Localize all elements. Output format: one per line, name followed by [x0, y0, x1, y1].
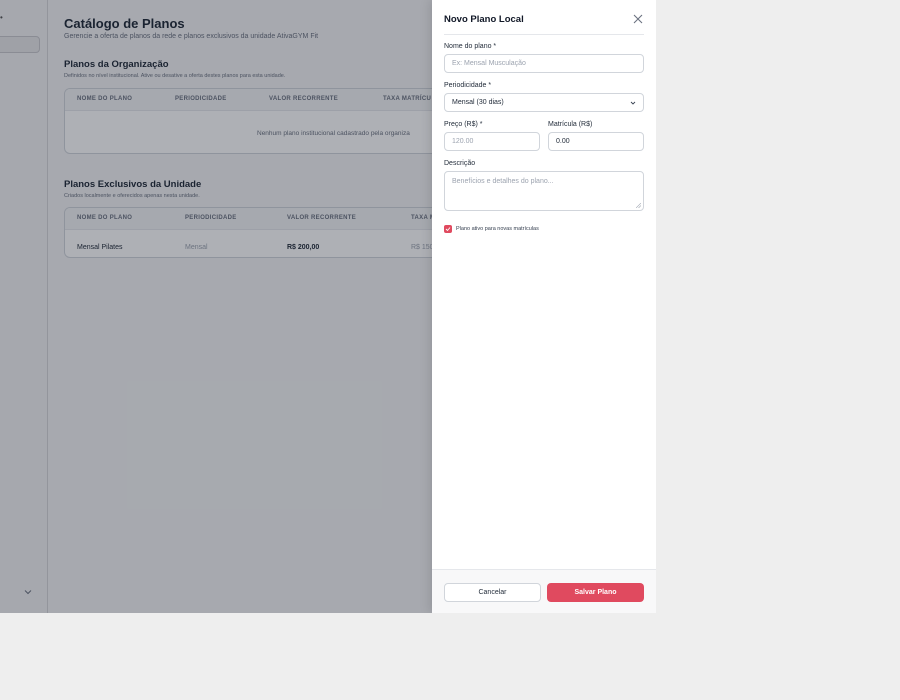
cancel-button[interactable]: Cancelar: [444, 583, 541, 602]
plan-name-placeholder: Ex: Mensal Musculação: [452, 60, 526, 67]
enrollment-label: Matrícula (R$): [548, 121, 593, 128]
check-icon: [445, 227, 451, 232]
enrollment-input[interactable]: 0.00: [548, 132, 644, 151]
description-textarea[interactable]: Benefícios e detalhes do plano...: [444, 171, 644, 211]
app-background: • Catálogo de Planos Gerencie a oferta d…: [0, 0, 656, 613]
enrollment-value: 0.00: [556, 138, 570, 145]
price-placeholder: 120.00: [452, 138, 474, 145]
new-plan-drawer: Novo Plano Local Nome do plano * Ex: Men…: [432, 0, 656, 613]
price-input[interactable]: 120.00: [444, 132, 540, 151]
active-plan-label: Plano ativo para novas matrículas: [456, 226, 539, 232]
save-plan-button[interactable]: Salvar Plano: [547, 583, 644, 602]
period-select[interactable]: Mensal (30 dias): [444, 93, 644, 112]
description-label: Descrição: [444, 160, 476, 167]
period-selected-value: Mensal (30 dias): [452, 99, 504, 106]
plan-name-label: Nome do plano *: [444, 43, 497, 50]
drawer-divider: [444, 34, 644, 35]
description-placeholder: Benefícios e detalhes do plano...: [452, 178, 554, 185]
period-label: Periodicidade *: [444, 82, 492, 89]
resize-grip-icon[interactable]: [636, 203, 641, 208]
price-label: Preço (R$) *: [444, 121, 483, 128]
chevron-down-icon: [630, 101, 636, 105]
drawer-title: Novo Plano Local: [444, 14, 524, 25]
plan-name-input[interactable]: Ex: Mensal Musculação: [444, 54, 644, 73]
drawer-footer: Cancelar Salvar Plano: [432, 569, 656, 613]
close-icon[interactable]: [632, 13, 644, 25]
active-plan-checkbox[interactable]: [444, 225, 452, 233]
